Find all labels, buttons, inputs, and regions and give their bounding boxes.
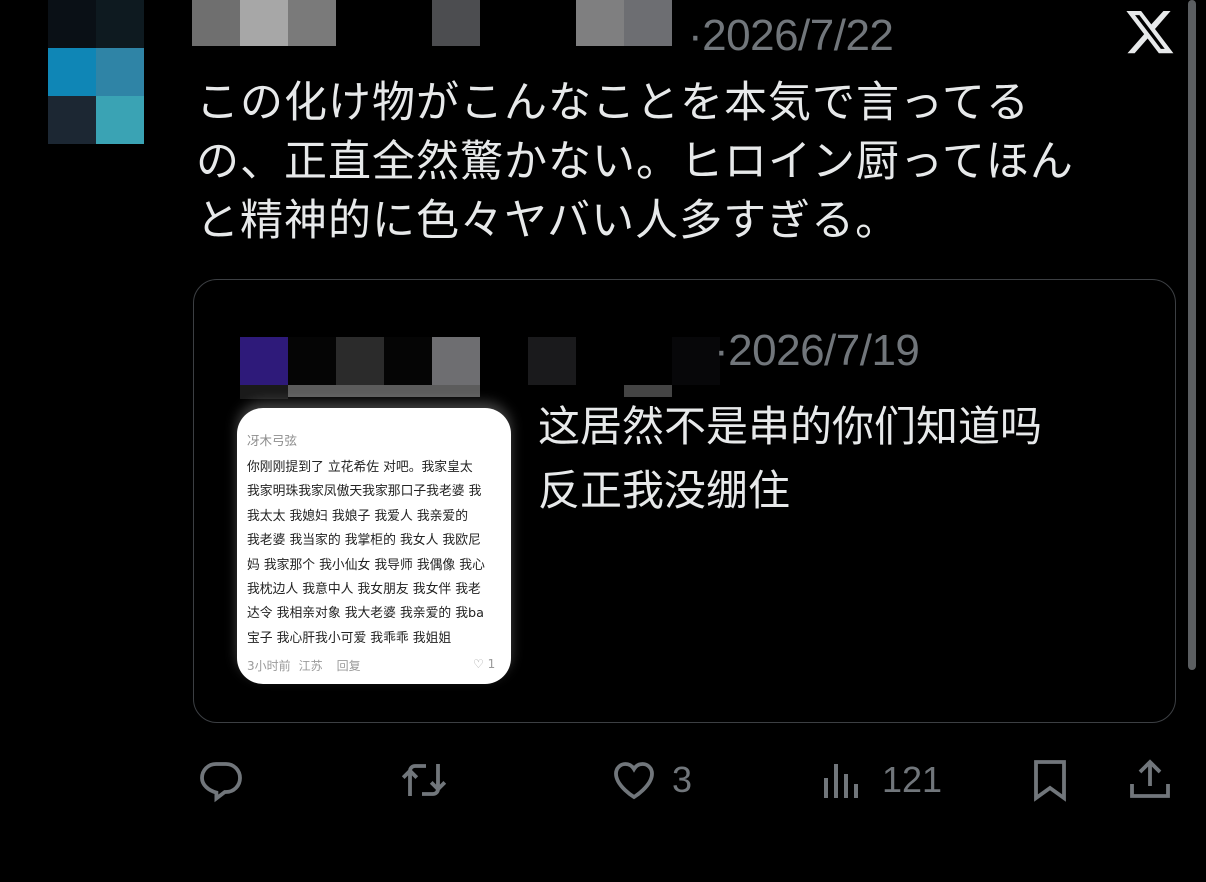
views-button[interactable]: 121 [818,748,942,812]
quoted-screenshot-image[interactable]: 冴木弓弦 你刚刚提到了 立花希佐 对吧。我家皇太 我家明珠我家凤傲天我家那口子我老… [237,408,511,684]
comment-line: 我家明珠我家凤傲天我家那口子我老婆 我 [247,484,482,500]
action-bar: 3 121 [0,748,1206,812]
bookmark-icon [1034,760,1066,802]
comment-time: 3小时前 [247,659,291,674]
reply-icon [200,762,242,803]
author-name-redacted[interactable] [192,0,712,48]
retweet-icon [401,764,447,796]
quoted-tweet-card[interactable]: ·2026/7/19 冴木弓弦 你刚刚提到了 立花希佐 对吧。我家皇太 我家明珠我… [193,279,1176,723]
comment-line: 宝子 我心肝我小可爱 我乖乖 我姐姐 [247,630,452,646]
share-button[interactable] [1126,748,1174,812]
comment-meta: 3小时前 江苏 回复 ♡ 1 [247,657,511,674]
tweet-text: この化け物がこんなことを本気で言ってる の、正直全然驚かない。ヒロイン厨ってほん… [196,78,1074,246]
comment-author: 冴木弓弦 [247,433,298,448]
views-count: 121 [882,759,943,800]
quoted-tweet-date[interactable]: ·2026/7/19 [714,329,920,373]
comment-line: 我太太 我媳妇 我娘子 我爱人 我亲爱的 [247,508,469,524]
scrollbar[interactable] [1188,0,1196,670]
heart-icon [614,762,654,800]
bookmark-button[interactable] [1026,748,1074,812]
reply-button[interactable] [197,748,245,812]
comment-location: 江苏 [298,659,323,674]
comment-reply: 回复 [336,659,361,674]
comment-like-count: 1 [487,657,496,672]
quoted-tweet-text: 这居然不是串的你们知道吗 反正我没绷住 [538,402,1043,515]
comment-line: 你刚刚提到了 立花希佐 对吧。我家皇太 [247,460,473,475]
avatar[interactable] [48,0,144,144]
comment-body: 你刚刚提到了 立花希佐 对吧。我家皇太 我家明珠我家凤傲天我家那口子我老婆 我我太… [247,456,511,651]
comment-like: ♡ 1 [473,657,496,672]
comment-line: 达令 我相亲对象 我大老婆 我亲爱的 我ba [247,606,484,622]
comment-line: 我老婆 我当家的 我掌柜的 我女人 我欧尼 [247,533,481,549]
quoted-author-redacted[interactable] [240,337,740,399]
share-icon [1130,759,1170,798]
x-logo-icon[interactable] [1124,6,1176,58]
like-button[interactable]: 3 [610,748,692,812]
views-icon [824,764,858,798]
tweet-date[interactable]: ·2026/7/22 [688,14,894,58]
comment-line: 我枕边人 我意中人 我女朋友 我女伴 我老 [247,582,481,598]
like-count: 3 [672,759,693,800]
comment-line: 妈 我家那个 我小仙女 我导师 我偶像 我心 [247,557,485,573]
retweet-button[interactable] [400,748,448,812]
